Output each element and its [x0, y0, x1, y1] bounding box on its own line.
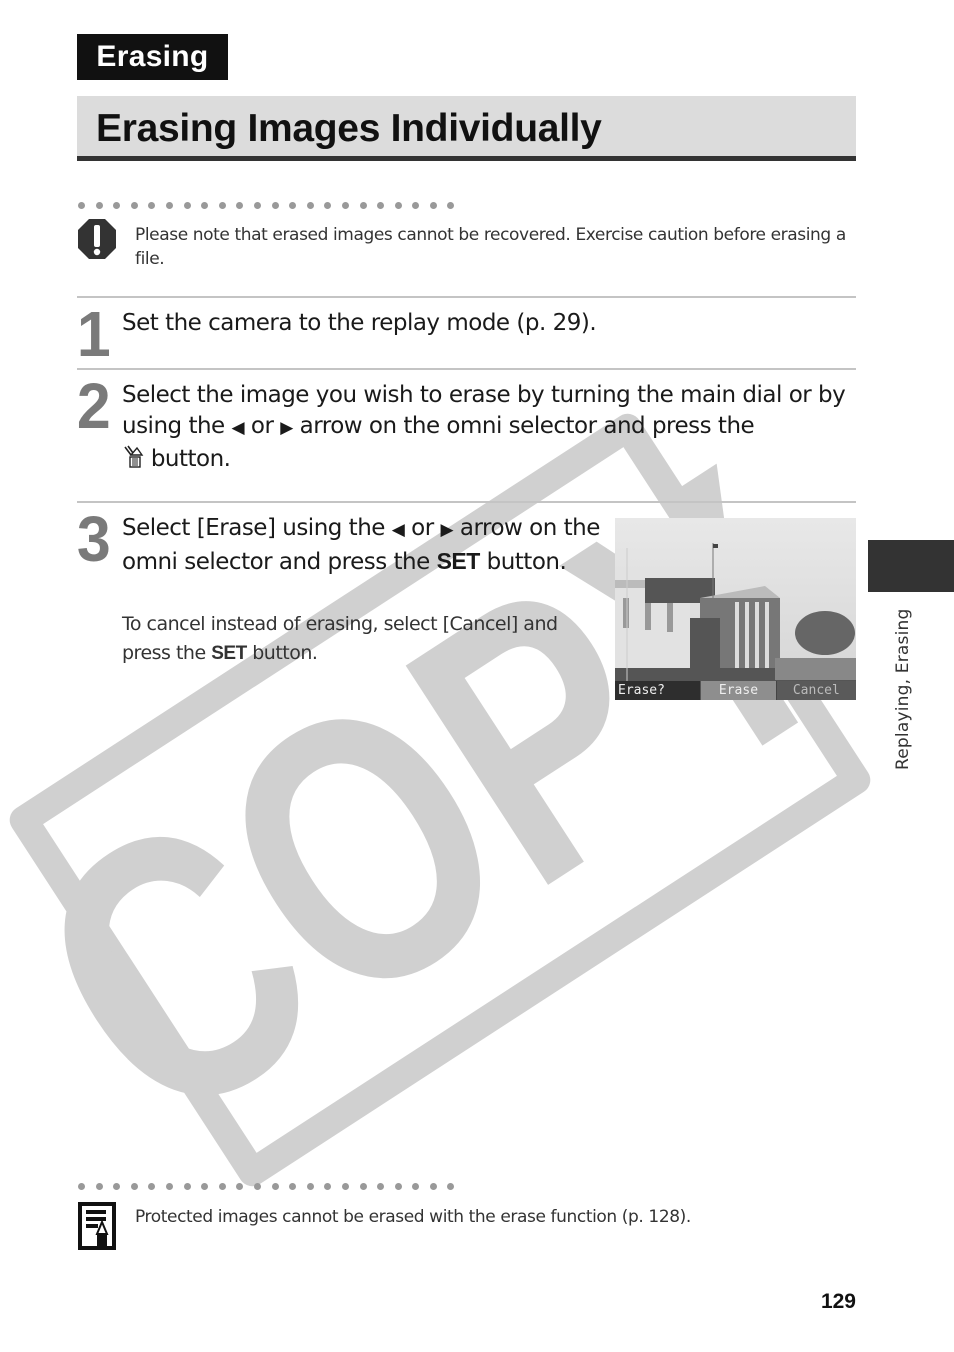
step-3-text: Select [Erase] using the ◀ or ▶ arrow on… [122, 513, 602, 578]
title-underline [77, 156, 856, 161]
step-3-text-a: Select [Erase] using the [122, 515, 385, 541]
caution-text: Please note that erased images cannot be… [135, 225, 846, 269]
erase-prompt: Erase? [615, 681, 701, 700]
page-number: 129 [820, 1290, 856, 1313]
or-text: or [411, 515, 434, 541]
caution-icon [78, 219, 116, 259]
dotted-divider [78, 202, 455, 210]
page-title: Erasing Images Individually [96, 107, 602, 150]
note-text: Protected images cannot be erased with t… [135, 1207, 691, 1227]
building-photo [615, 518, 856, 700]
or-text: or [250, 413, 274, 439]
step-2-text: Select the image you wish to erase by tu… [122, 380, 852, 475]
right-arrow-icon: ▶ [440, 520, 454, 540]
step-2-text-b: arrow on the omni selector and press the [299, 413, 755, 439]
step-2-text-c: button. [150, 446, 231, 472]
step-3-sub-a: To cancel instead of erasing, select [Ca… [122, 613, 558, 664]
step-divider [77, 296, 856, 298]
camera-screen-image: Erase? Erase Cancel [615, 518, 856, 700]
left-arrow-icon: ◀ [231, 418, 245, 438]
step-number-2: 2 [76, 370, 111, 442]
right-arrow-icon: ▶ [280, 418, 293, 438]
set-button-label: SET [436, 548, 481, 574]
set-button-label: SET [211, 643, 247, 664]
step-divider [77, 501, 856, 503]
cancel-option: Cancel [775, 681, 856, 700]
step-divider [77, 368, 856, 370]
step-number-1: 1 [76, 298, 111, 370]
step-3-subtext: To cancel instead of erasing, select [Ca… [122, 610, 592, 668]
step-3-text-c: button. [486, 549, 567, 575]
chapter-tab-block [868, 540, 954, 592]
step-3-sub-b: button. [252, 642, 318, 664]
dotted-divider [78, 1183, 455, 1191]
erase-confirm-bar: Erase? Erase Cancel [615, 681, 856, 700]
erase-option: Erase [700, 681, 776, 700]
section-tag: Erasing [77, 34, 228, 80]
step-number-3: 3 [76, 503, 111, 575]
trash-erase-icon [124, 445, 144, 468]
step-1-text: Set the camera to the replay mode (p. 29… [122, 310, 597, 336]
chapter-tab-label: Replaying, Erasing [893, 608, 913, 771]
left-arrow-icon: ◀ [391, 520, 405, 540]
memo-pencil-icon [78, 1202, 116, 1250]
